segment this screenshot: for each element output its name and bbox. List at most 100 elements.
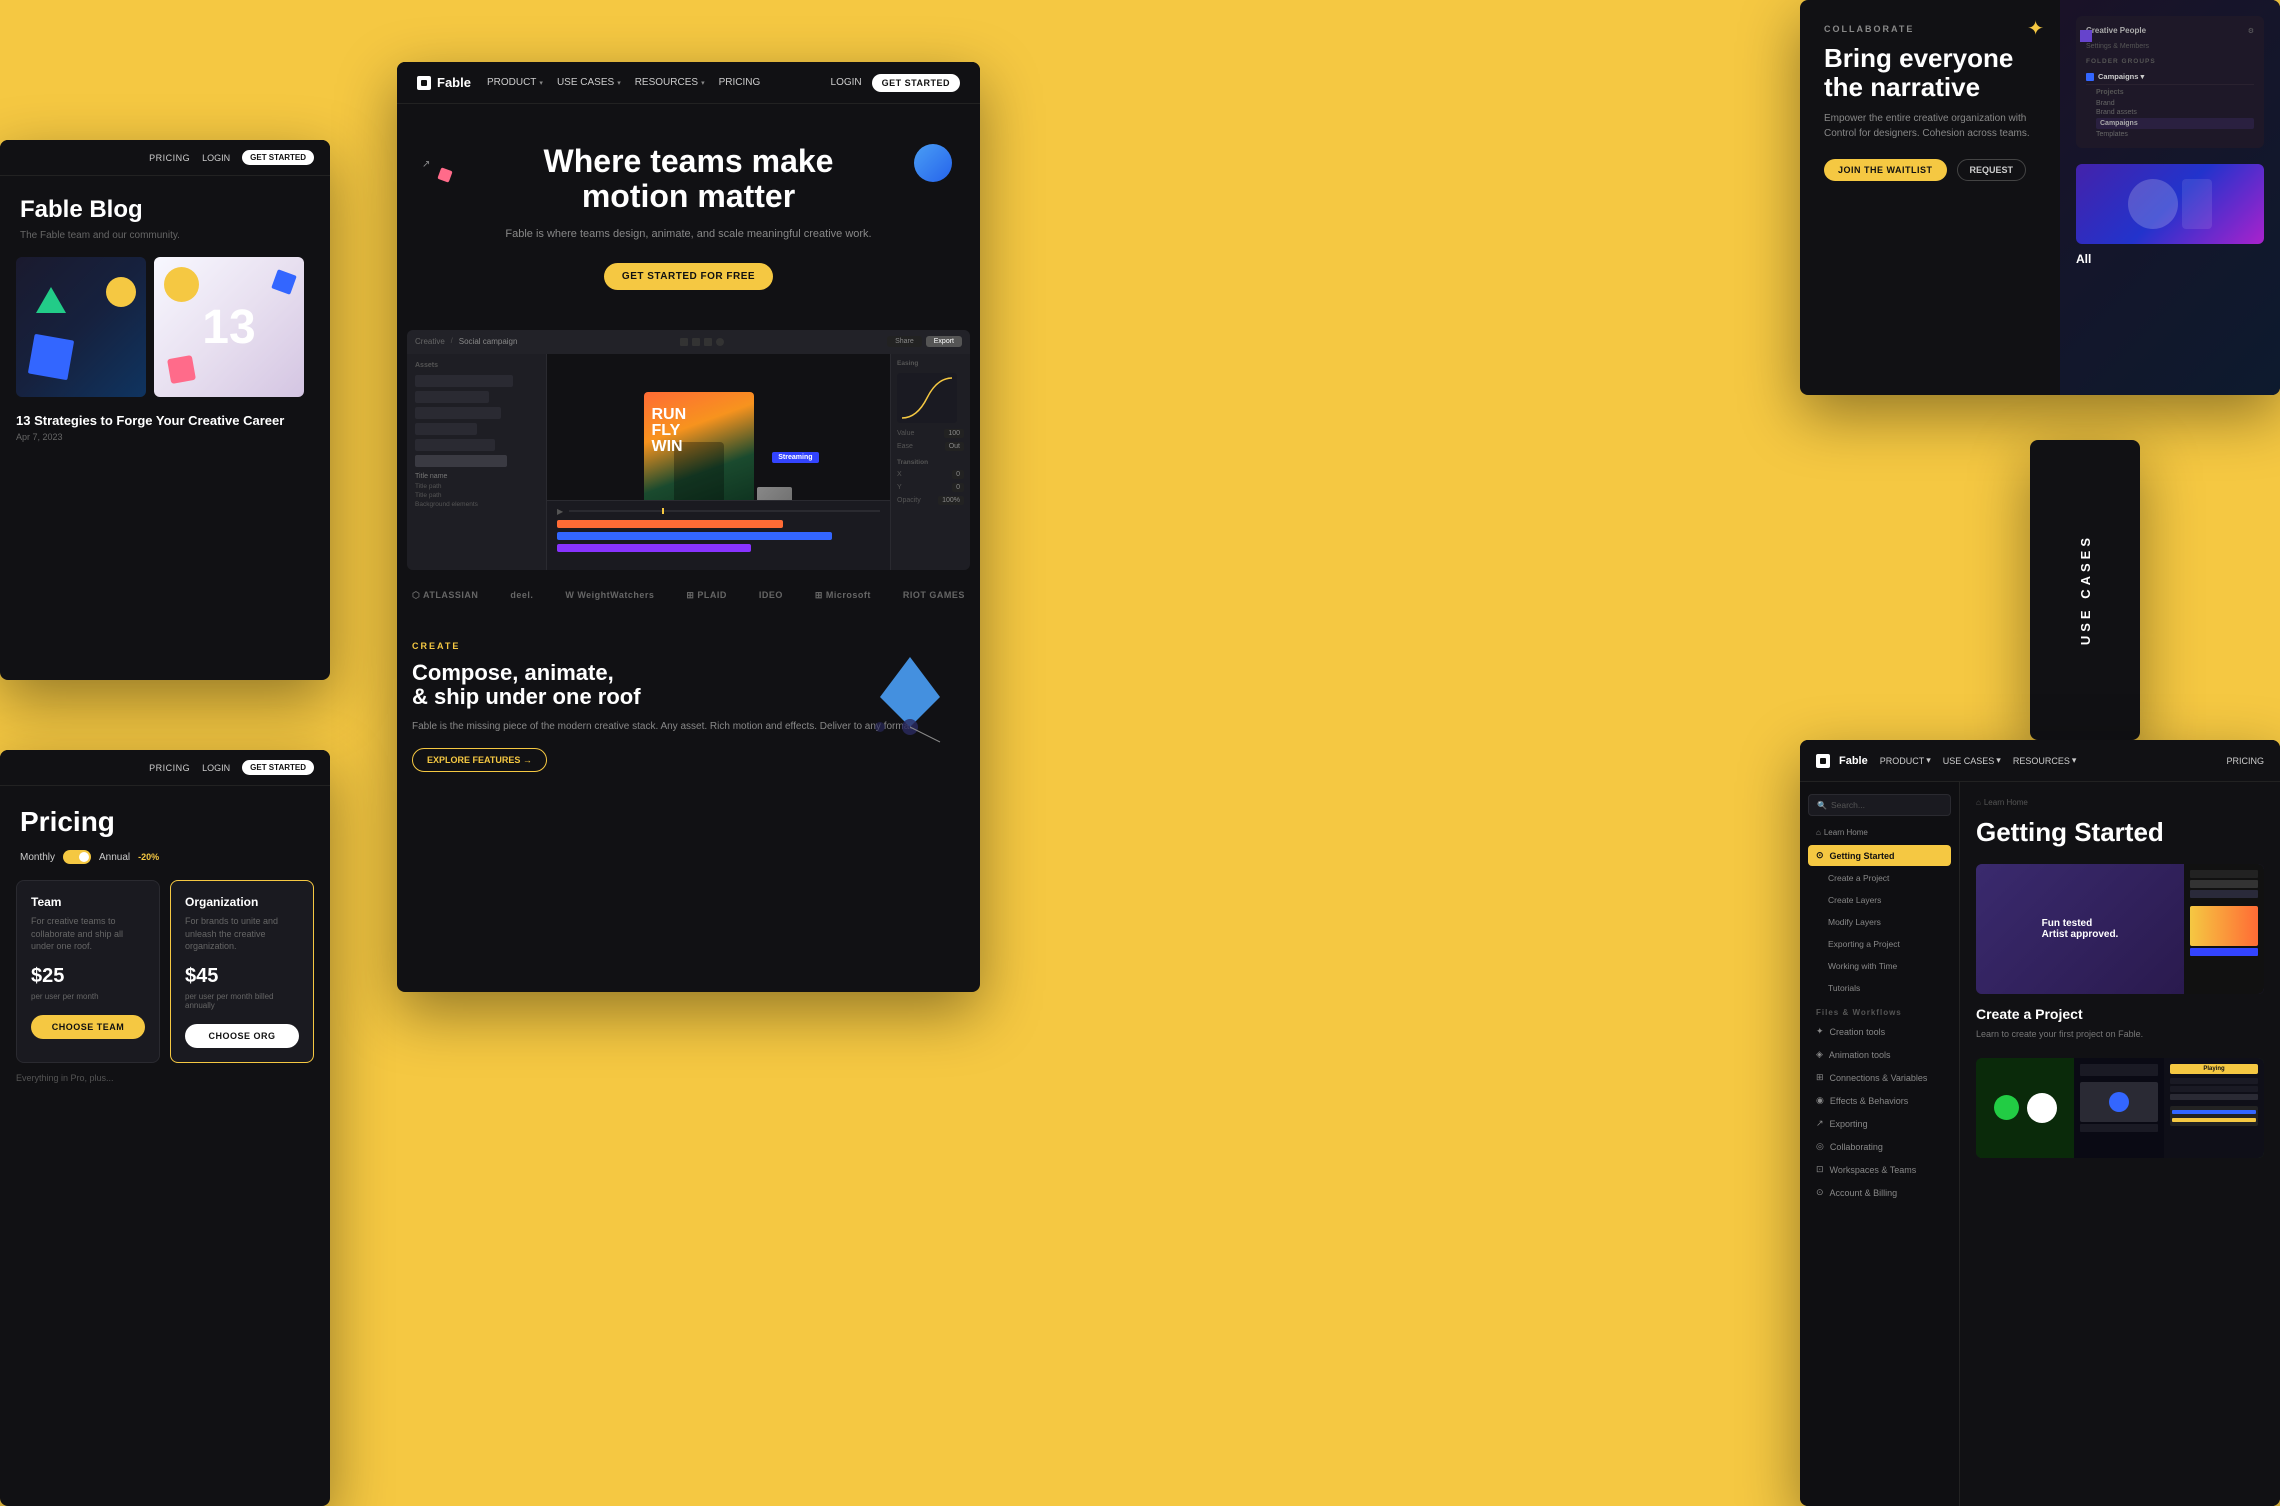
layer-row	[415, 439, 495, 451]
choose-org-button[interactable]: CHOOSE ORG	[185, 1024, 299, 1048]
toggle-annual[interactable]: Annual	[99, 852, 130, 863]
preview-image	[2076, 164, 2264, 244]
mockup-title: Creative People	[2086, 26, 2146, 35]
org-card-desc: For brands to unite and unleash the crea…	[185, 915, 299, 953]
org-price: $45	[185, 965, 299, 988]
main-panel: Fable PRODUCT ▾ USE CASES ▾ RESOURCES ▾ …	[397, 62, 980, 992]
docs-video-thumbnail-1[interactable]: Fun testedArtist approved.	[1976, 864, 2264, 994]
nav-item-pricing[interactable]: PRICING	[719, 77, 761, 88]
hero-title: Where teams make motion matter	[417, 144, 960, 214]
toolbar-export[interactable]: Export	[926, 336, 962, 347]
layer-row	[415, 407, 501, 419]
all-label: All	[2076, 252, 2264, 266]
campaigns-dropdown: Campaigns ▾	[2086, 69, 2254, 85]
nav-item-resources[interactable]: RESOURCES ▾	[635, 77, 705, 88]
shape-blue	[28, 334, 74, 380]
pricing-nav-pricing[interactable]: PRICING	[149, 763, 190, 773]
layer-row	[415, 391, 489, 403]
logo-plaid: ⊞ PLAID	[686, 590, 727, 601]
toolbar-separator: /	[451, 338, 453, 345]
toolbar-creative-label: Creative	[415, 337, 445, 346]
sidebar-item-modify-layers[interactable]: Modify Layers	[1808, 912, 1951, 932]
sidebar-item-connections-variables[interactable]: ⊞ Connections & Variables	[1808, 1067, 1951, 1088]
docs-search-box[interactable]: 🔍 Search...	[1808, 794, 1951, 816]
hero-circle-decoration	[914, 144, 952, 182]
arrow-pointer-icon: ✦	[2027, 16, 2044, 41]
sidebar-item-account-billing[interactable]: ⊙ Account & Billing	[1808, 1182, 1951, 1203]
blog-images: 13	[0, 257, 330, 397]
nav-login[interactable]: LOGIN	[831, 77, 862, 88]
sidebar-item-getting-started[interactable]: ⊙ Getting Started	[1808, 845, 1951, 866]
pricing-nav-cta-button[interactable]: GET STARTED	[242, 760, 314, 775]
search-placeholder: Search...	[1831, 800, 1865, 810]
collaborating-icon: ◎	[1816, 1141, 1824, 1152]
sidebar-item-create-layers[interactable]: Create Layers	[1808, 890, 1951, 910]
explore-features-button[interactable]: EXPLORE FEATURES →	[412, 748, 547, 772]
layer-row-active	[415, 455, 507, 467]
nav-item-product[interactable]: PRODUCT ▾	[487, 77, 543, 88]
hero-subtitle: Fable is where teams design, animate, an…	[417, 226, 960, 243]
docs-main-breadcrumb: ⌂ Learn Home	[1976, 798, 2264, 807]
join-waitlist-button[interactable]: JOIN THE WAITLIST	[1824, 159, 1947, 181]
logo-ideo: IDEO	[759, 590, 783, 600]
use-cases-panel: USE CASES	[2030, 440, 2140, 740]
properties-title: Easing	[897, 360, 964, 367]
animation-icon: ◈	[1816, 1049, 1823, 1060]
docs-sidebar-group-files: Files & Workflows ✦ Creation tools ◈ Ani…	[1808, 1008, 1951, 1203]
hero-cta-button[interactable]: GET STARTED FOR FREE	[604, 263, 773, 290]
docs-nav-product[interactable]: PRODUCT ▾	[1880, 755, 1931, 766]
toggle-monthly[interactable]: Monthly	[20, 852, 55, 863]
billing-toggle[interactable]	[63, 850, 91, 864]
sidebar-item-exporting-project[interactable]: Exporting a Project	[1808, 934, 1951, 954]
docs-nav-usecases[interactable]: USE CASES ▾	[1943, 755, 2001, 766]
nav-item-usecases[interactable]: USE CASES ▾	[557, 77, 621, 88]
docs-nav: Fable PRODUCT ▾ USE CASES ▾ RESOURCES ▾ …	[1800, 740, 2280, 782]
docs-content: 🔍 Search... ⌂ Learn Home ⊙ Getting Start…	[1800, 782, 2280, 1506]
sidebar-item-workspaces-teams[interactable]: ⊡ Workspaces & Teams	[1808, 1159, 1951, 1180]
main-nav-items: PRODUCT ▾ USE CASES ▾ RESOURCES ▾ PRICIN…	[487, 77, 831, 88]
collab-panel: COLLABORATE Bring everyone the narrative…	[1800, 0, 2280, 395]
tool-icon	[692, 338, 700, 346]
team-period: per user per month	[31, 992, 145, 1001]
workspaces-icon: ⊡	[1816, 1164, 1824, 1175]
sidebar-item-tutorials[interactable]: Tutorials	[1808, 978, 1951, 998]
choose-team-button[interactable]: CHOOSE TEAM	[31, 1015, 145, 1039]
docs-nav-resources[interactable]: RESOURCES ▾	[2013, 755, 2077, 766]
prop-row: Value 100	[897, 429, 964, 438]
sidebar-item-create-project[interactable]: Create a Project	[1808, 868, 1951, 888]
request-button[interactable]: REQUEST	[1957, 159, 2027, 181]
pricing-nav-login[interactable]: LOGIN	[202, 763, 230, 773]
logo-riotgames: RIOT GAMES	[903, 590, 965, 600]
sidebar-item-effects-behaviors[interactable]: ◉ Effects & Behaviors	[1808, 1090, 1951, 1111]
main-nav: Fable PRODUCT ▾ USE CASES ▾ RESOURCES ▾ …	[397, 62, 980, 104]
blog-subtitle: The Fable team and our community.	[20, 230, 310, 241]
toolbar-tools	[523, 338, 881, 346]
prop-row: Ease Out	[897, 442, 964, 451]
pricing-toggle: Monthly Annual -20%	[20, 850, 310, 864]
blog-nav-cta-button[interactable]: GET STARTED	[242, 150, 314, 165]
sidebar-item-collaborating[interactable]: ◎ Collaborating	[1808, 1136, 1951, 1157]
docs-nav-pricing[interactable]: PRICING	[2226, 756, 2264, 766]
streaming-badge: Streaming	[772, 452, 818, 463]
blog-card-date: Apr 7, 2023	[16, 432, 314, 442]
sidebar-item-animation-tools[interactable]: ◈ Animation tools	[1808, 1044, 1951, 1065]
sidebar-item-exporting[interactable]: ↗ Exporting	[1808, 1113, 1951, 1134]
logos-section: ⬡ ATLASSIAN deel. W WeightWatchers ⊞ PLA…	[397, 570, 980, 621]
toolbar-share[interactable]: Share	[887, 336, 922, 347]
docs-video-thumbnail-2[interactable]: Playing	[1976, 1058, 2264, 1158]
collab-desc: Empower the entire creative organization…	[1824, 111, 2036, 141]
blog-nav-pricing[interactable]: PRICING	[149, 153, 190, 163]
sidebar-item-creation-tools[interactable]: ✦ Creation tools	[1808, 1021, 1951, 1042]
screenshot-content: Assets Title name Title path Title path …	[407, 354, 970, 570]
purple-square-deco	[2080, 30, 2092, 42]
blog-nav-login[interactable]: LOGIN	[202, 153, 230, 163]
video-text-artist-approved: Fun testedArtist approved.	[2032, 908, 2129, 950]
collab-text: COLLABORATE Bring everyone the narrative…	[1800, 0, 2060, 395]
use-cases-text: USE CASES	[2078, 534, 2093, 645]
playhead	[662, 508, 664, 514]
layers-panel: Assets Title name Title path Title path …	[407, 354, 547, 570]
nav-get-started-button[interactable]: GET STARTED	[872, 74, 960, 92]
collab-ui-mockup: Creative People ⚙ Settings & Members FOL…	[2076, 16, 2264, 148]
sidebar-item-working-time[interactable]: Working with Time	[1808, 956, 1951, 976]
getting-started-icon: ⊙	[1816, 850, 1824, 861]
